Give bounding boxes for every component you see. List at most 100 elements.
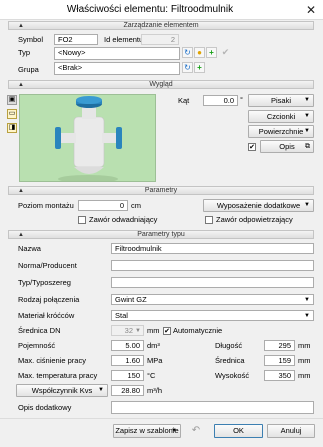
material-value: Stal <box>115 311 128 320</box>
volume-label: Pojemność <box>18 341 56 350</box>
preview-image <box>19 94 156 182</box>
series-label: Typ/Typoszereg <box>18 278 71 287</box>
mount-level-label: Poziom montażu <box>18 201 74 210</box>
section-look[interactable]: ▲ Wygląd <box>8 80 314 89</box>
group-label: Grupa <box>18 65 39 74</box>
material-select[interactable]: Stal ▼ <box>111 310 314 321</box>
chevron-up-icon: ▲ <box>18 232 24 238</box>
surfaces-button[interactable]: Powierzchnie ▼ <box>248 125 314 138</box>
angle-unit: ° <box>240 95 243 104</box>
section-management[interactable]: ▲ Zarządzanie elementem <box>8 21 314 30</box>
plan-view-icon[interactable]: ▭ <box>7 109 17 119</box>
drain-valve-checkbox[interactable] <box>78 216 86 224</box>
cancel-button[interactable]: Anuluj <box>267 424 315 438</box>
connection-select[interactable]: Gwint GZ ▼ <box>111 294 314 305</box>
length-input[interactable]: 295 <box>264 340 295 351</box>
diameter-label: Średnica <box>215 356 245 365</box>
kvs-dropdown[interactable]: Współczynnik Kvs ▼ <box>16 384 108 397</box>
add-type-icon[interactable]: + <box>206 47 217 58</box>
mount-level-input[interactable]: 0 <box>78 200 128 211</box>
angle-label: Kąt <box>178 96 190 105</box>
dropdown-arrow-icon: ▼ <box>304 128 310 134</box>
dn-label: Średnica DN <box>18 326 61 335</box>
material-label: Materiał króćców <box>18 311 75 320</box>
group-field[interactable]: <Brak> <box>54 62 180 75</box>
air-valve-checkbox[interactable] <box>205 216 213 224</box>
symbol-input[interactable]: FO2 <box>54 34 98 45</box>
air-valve-label: Zawór odpowietrzający <box>216 215 293 224</box>
name-label: Nazwa <box>18 244 41 253</box>
auto-checkbox[interactable]: ✔ <box>163 327 171 335</box>
3d-view-icon[interactable]: ▣ <box>7 95 17 105</box>
series-input[interactable] <box>111 277 314 288</box>
kvs-input[interactable]: 28.80 <box>111 385 144 396</box>
connection-value: Gwint GZ <box>115 295 147 304</box>
temperature-label: Max. temperatura pracy <box>18 371 98 380</box>
section-parameters[interactable]: ▲ Parametry <box>8 186 314 195</box>
temperature-input[interactable]: 150 <box>111 370 144 381</box>
extras-label: Wyposażenie dodatkowe <box>216 201 301 210</box>
pens-label: Pisaki <box>270 96 291 105</box>
save-template-label: Zapisz w szablonie <box>115 426 179 435</box>
id-label: Id elementu <box>104 35 144 44</box>
pens-button[interactable]: Pisaki ▼ <box>248 94 314 107</box>
temperature-unit: °C <box>147 371 156 380</box>
check-icon[interactable]: ✔ <box>220 47 231 58</box>
height-label: Wysokość <box>215 371 250 380</box>
dn-unit: mm <box>147 326 160 335</box>
dropdown-arrow-icon: ▼ <box>135 328 141 334</box>
section-type-parameters[interactable]: ▲ Parametry typu <box>8 230 314 239</box>
length-label: Długość <box>215 341 243 350</box>
open-window-icon: ⧉ <box>305 143 310 150</box>
footer-divider <box>0 418 323 419</box>
description-button[interactable]: Opis ⧉ <box>260 140 314 153</box>
section-title: Wygląd <box>149 81 173 88</box>
type-field[interactable]: <Nowy> <box>54 47 180 60</box>
volume-unit: dm³ <box>147 341 160 350</box>
angle-input[interactable]: 0.0 <box>203 95 238 106</box>
fonts-label: Czcionki <box>266 112 296 121</box>
edit-group-icon[interactable]: ↻ <box>182 62 193 73</box>
name-input[interactable]: Filtroodmulnik <box>111 243 314 254</box>
dropdown-arrow-icon: ▼ <box>304 113 310 119</box>
dropdown-arrow-icon: ▼ <box>304 297 310 303</box>
symbol-label: Symbol <box>18 35 44 44</box>
dropdown-arrow-icon: ▼ <box>304 313 310 319</box>
diameter-unit: mm <box>298 356 311 365</box>
kvs-label: Współczynnik Kvs <box>31 386 93 395</box>
chevron-up-icon: ▲ <box>18 188 24 194</box>
close-icon[interactable]: ✕ <box>303 2 319 18</box>
manufacturer-input[interactable] <box>111 260 314 271</box>
mount-level-unit: cm <box>131 201 141 210</box>
save-template-button[interactable]: Zapisz w szablonie ▼ <box>113 424 181 438</box>
window-title: Właściwości elementu: Filtroodmulnik <box>66 4 234 15</box>
dn-select: 32 ▼ <box>111 325 144 336</box>
add-group-icon[interactable]: + <box>194 62 205 73</box>
extra-description-input[interactable] <box>111 401 314 414</box>
length-unit: mm <box>298 341 311 350</box>
fonts-button[interactable]: Czcionki ▼ <box>248 110 314 123</box>
volume-input[interactable]: 5.00 <box>111 340 144 351</box>
dn-value: 32 <box>124 326 133 335</box>
section-view-icon[interactable]: ◨ <box>7 123 17 133</box>
height-input[interactable]: 350 <box>264 370 295 381</box>
drain-valve-label: Zawór odwadniający <box>89 215 158 224</box>
pressure-input[interactable]: 1.60 <box>111 355 144 366</box>
chevron-up-icon: ▲ <box>18 82 24 88</box>
undo-icon[interactable]: ↶ <box>190 425 202 437</box>
type-label: Typ <box>18 48 31 57</box>
section-title: Zarządzanie elementem <box>123 22 199 29</box>
dropdown-arrow-icon: ▼ <box>98 387 104 393</box>
edit-type-icon[interactable]: ↻ <box>182 47 193 58</box>
extra-description-label: Opis dodatkowy <box>18 403 72 412</box>
bulb-icon[interactable]: ● <box>194 47 205 58</box>
description-label: Opis <box>279 142 295 151</box>
diameter-input[interactable]: 159 <box>264 355 295 366</box>
section-title: Parametry <box>144 187 178 194</box>
dropdown-arrow-icon: ▼ <box>171 428 177 434</box>
dropdown-arrow-icon: ▼ <box>304 97 310 103</box>
ok-button[interactable]: OK <box>214 424 263 438</box>
section-title: Parametry typu <box>137 231 185 238</box>
extras-button[interactable]: Wyposażenie dodatkowe ▼ <box>203 199 314 212</box>
description-checkbox[interactable]: ✔ <box>248 143 256 151</box>
